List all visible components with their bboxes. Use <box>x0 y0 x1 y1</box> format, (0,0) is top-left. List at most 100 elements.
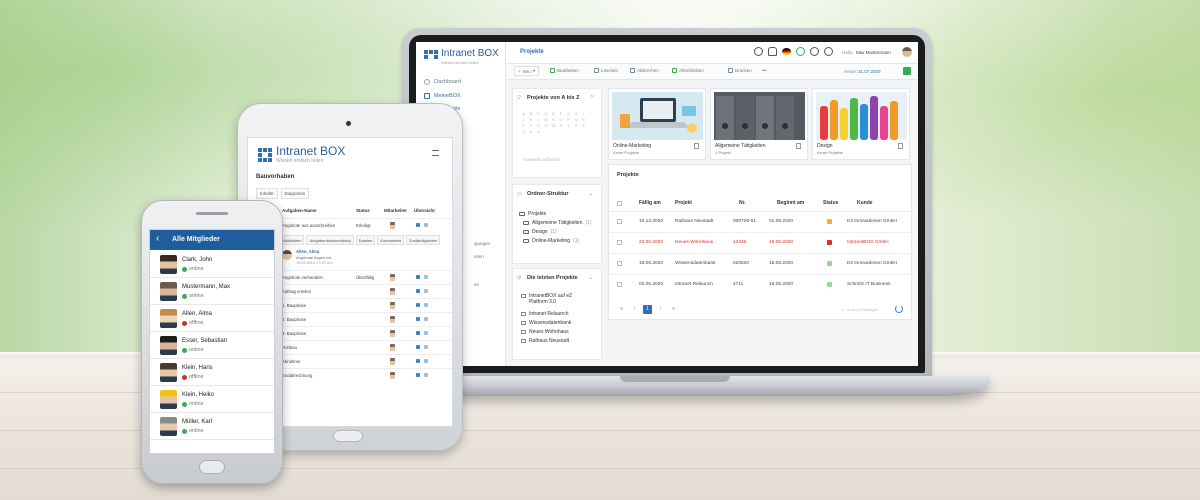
overview-icon[interactable] <box>416 331 420 335</box>
menu-icon[interactable] <box>432 150 439 156</box>
table-row[interactable]: 02.06.2020 Intranet Relaunch 4711 18.05.202… <box>609 274 913 294</box>
overview-icon[interactable] <box>416 359 420 363</box>
column-header-project[interactable]: Projekt <box>675 200 692 206</box>
recent-project-item[interactable]: Rathaus Neustadt <box>521 338 569 344</box>
letter-filter-item[interactable]: O <box>559 117 564 122</box>
chevron-down-icon[interactable]: ⌄ <box>589 275 593 281</box>
letter-filter-item[interactable]: X <box>559 123 564 128</box>
tab-description[interactable]: Aufgabenbeschreibung <box>306 235 354 245</box>
cancel-button[interactable]: Abbrechen <box>630 68 659 73</box>
column-header-customer[interactable]: Kunde <box>857 200 873 206</box>
column-header-number[interactable]: Nr. <box>739 200 746 206</box>
letter-filter-item[interactable]: N <box>551 117 556 122</box>
letter-filter-item[interactable]: Ö <box>521 129 526 134</box>
list-item[interactable]: Esser, Sebastian online <box>150 332 274 359</box>
print-button[interactable]: Drucken <box>728 68 752 73</box>
prev-page-button[interactable]: ‹ <box>630 305 639 314</box>
overview-icon[interactable] <box>416 317 420 321</box>
sidebar-item-partial[interactable]: eiten <box>474 254 484 259</box>
table-row[interactable]: 23.06.2020 Neues Wohnhaus 12345 16.06.2020 I… <box>609 232 913 252</box>
more-button[interactable]: ••• <box>762 68 767 73</box>
tab-activities[interactable]: Aktivitäten <box>280 235 305 245</box>
letter-filter-item[interactable]: Ü <box>529 129 534 134</box>
list-item[interactable]: Klein, Hans offline <box>150 359 274 386</box>
tab-content[interactable]: Inhalte <box>256 188 278 199</box>
table-row[interactable]: 16.06.2020 Wissensdatenbank 020620 15.06.20… <box>609 253 913 273</box>
folder-item[interactable]: Allgemeine Tätigkeiten (1) <box>523 220 592 226</box>
list-item[interactable]: Allen, Alma offline <box>150 305 274 332</box>
german-flag-icon[interactable] <box>782 48 791 55</box>
tab-files[interactable]: Dateien <box>355 235 376 245</box>
overview-icon[interactable] <box>416 223 420 227</box>
folder-item[interactable]: Online-Marketing (1) <box>523 238 579 244</box>
letter-filter-item[interactable]: W <box>551 123 556 128</box>
overview-icon[interactable] <box>416 275 420 279</box>
first-page-button[interactable]: « <box>617 305 626 314</box>
tab-responsibilities[interactable]: Zuständigkeiten <box>406 235 441 245</box>
letter-filter-item[interactable]: S <box>521 123 526 128</box>
letter-filter-item[interactable]: H <box>574 111 579 116</box>
table-row[interactable]: 15.12.2020 Rathaus Neustadt 000729-01 01.09… <box>609 211 913 231</box>
column-header-task[interactable]: Aufgaben-Name <box>282 208 317 213</box>
column-header-due[interactable]: Fällig am <box>639 200 661 206</box>
letter-filter-item[interactable]: E <box>551 111 556 116</box>
refresh-icon[interactable] <box>895 305 903 313</box>
letter-filter-item[interactable]: B <box>529 111 534 116</box>
comment-icon[interactable] <box>424 373 428 377</box>
done-button[interactable]: Abschließen <box>672 68 704 73</box>
letter-filter-item[interactable]: D <box>544 111 549 116</box>
letter-filter-item[interactable]: A <box>521 111 526 116</box>
row-checkbox[interactable] <box>617 240 622 245</box>
recent-project-item[interactable]: Intranet Relaunch <box>521 311 568 317</box>
list-item[interactable]: Clark, John online <box>150 251 274 278</box>
category-card[interactable]: Online-Marketing Keine Projekte <box>608 88 706 160</box>
column-header-overview[interactable]: Übersicht <box>414 208 435 213</box>
folder-item[interactable]: Design (1) <box>523 229 557 235</box>
search-icon[interactable] <box>754 47 763 56</box>
comment-icon[interactable] <box>424 303 428 307</box>
letter-filter-item[interactable]: Ä <box>581 123 586 128</box>
overview-icon[interactable] <box>416 289 420 293</box>
check-circle-icon[interactable] <box>796 47 805 56</box>
comment-icon[interactable] <box>424 289 428 293</box>
help-icon[interactable] <box>810 47 819 56</box>
column-header-status[interactable]: Status <box>356 208 370 213</box>
bell-icon[interactable] <box>768 47 777 56</box>
new-button[interactable]: + Neu ▾ <box>514 66 540 76</box>
comment-icon[interactable] <box>424 317 428 321</box>
overview-icon[interactable] <box>416 303 420 307</box>
list-item[interactable]: Mustermann, Max online <box>150 278 274 305</box>
letter-filter-item[interactable]: # <box>536 129 541 134</box>
folder-item[interactable]: Projekte <box>519 211 546 217</box>
chevron-up-icon[interactable]: ^ <box>591 95 593 101</box>
letter-filter-item[interactable]: P <box>566 117 571 122</box>
row-checkbox[interactable] <box>617 261 622 266</box>
overview-icon[interactable] <box>416 373 420 377</box>
sidebar-item-partial[interactable]: igungen <box>474 241 490 246</box>
add-button[interactable] <box>903 67 911 75</box>
letter-filter-item[interactable]: T <box>529 123 534 128</box>
comment-icon[interactable] <box>424 223 428 227</box>
next-page-button[interactable]: › <box>656 305 665 314</box>
clear-selection-link[interactable]: Auswahl aufheben <box>523 157 560 162</box>
recent-project-item[interactable]: Neues Wohnhaus <box>521 329 569 335</box>
letter-filter-item[interactable]: I <box>581 111 586 116</box>
recent-project-item[interactable]: IntranetBOX auf eZ Platform 3.0 <box>521 293 589 305</box>
letter-filter-item[interactable]: C <box>536 111 541 116</box>
category-card[interactable]: Allgemeine Tätigkeiten 1 Projekt <box>710 88 808 160</box>
overview-icon[interactable] <box>416 345 420 349</box>
category-card[interactable]: Design Keine Projekte <box>812 88 910 160</box>
back-arrow-icon[interactable]: ‹ <box>156 234 159 244</box>
letter-filter-item[interactable]: J <box>521 117 526 122</box>
letter-filter-item[interactable]: U <box>536 123 541 128</box>
comment-author[interactable]: Allen, Alma <box>296 249 319 254</box>
recent-project-item[interactable]: Wissensdatenbank <box>521 320 571 326</box>
row-checkbox[interactable] <box>617 219 622 224</box>
select-all-checkbox[interactable] <box>617 201 622 206</box>
user-name[interactable]: Max Mustermann <box>856 50 891 55</box>
gear-icon[interactable] <box>824 47 833 56</box>
chevron-down-icon[interactable]: ⌄ <box>589 191 593 197</box>
comment-icon[interactable] <box>424 345 428 349</box>
comment-icon[interactable] <box>424 359 428 363</box>
column-header-start[interactable]: Beginnt am <box>777 200 804 206</box>
